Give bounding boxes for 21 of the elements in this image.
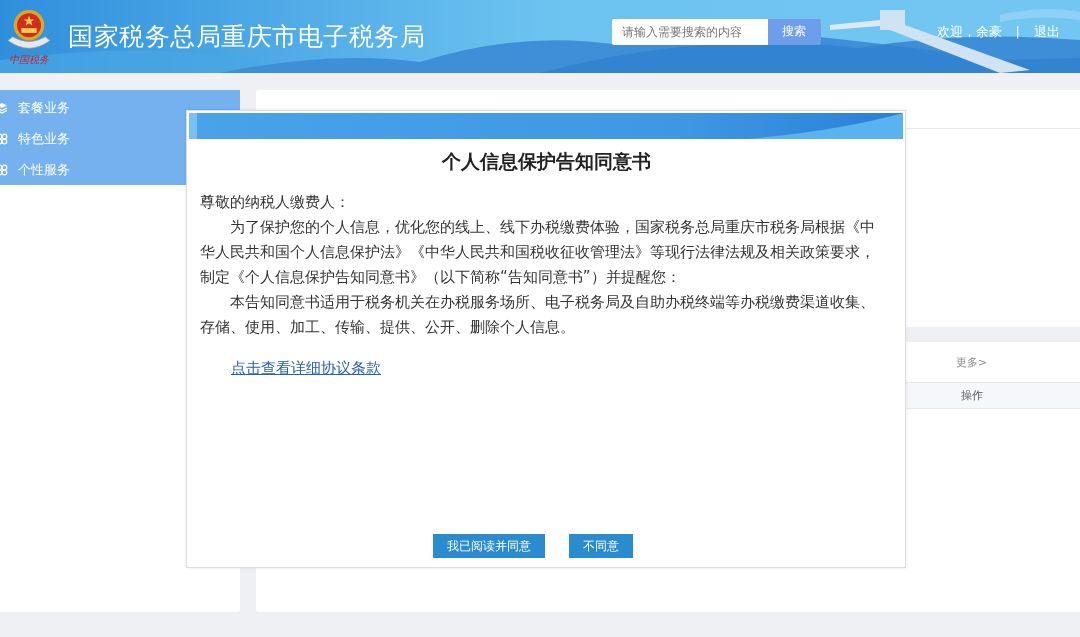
site-title: 国家税务总局重庆市电子税务局 — [68, 21, 425, 53]
four-circles-icon — [0, 163, 8, 176]
logout-link[interactable]: 退出 — [1034, 22, 1060, 41]
more-link[interactable]: 更多> — [956, 354, 988, 370]
column-header: 操作 — [961, 388, 983, 403]
logo-caption: 中国税务 — [9, 53, 49, 66]
greeting-text: 欢迎，余豪 — [936, 22, 1002, 41]
sidebar-item[interactable]: 特色业务 — [0, 123, 240, 154]
sidebar-item[interactable]: 个性服务 — [0, 154, 240, 185]
salutation-text: 尊敬的纳税人缴费人： — [200, 192, 351, 213]
dialog-title: 个人信息保护告知同意书 — [440, 149, 652, 173]
search-field[interactable]: 请输入需要搜索的内容 — [611, 18, 768, 45]
paragraph-text: 为了保护您的个人信息，优化您的线上、线下办税缴费体验，国家税务总局重庆市税务局根据《中华人民共和国个人信息保护法》《中华人民共和国税收征收管理法》等现行法律法规及相关政策要求，制定《个人信息保护告知同意书》（以下简称“告知同意书”）并提醒您： — [200, 217, 876, 288]
paragraph-text: 本告知同意书适用于税务机关在办税服务场所、电子税务局及自助办税终端等办税缴费渠道收集、存储、使用、加工、传输、提供、公开、删除个人信息。 — [200, 292, 876, 338]
separator: | — [1015, 24, 1020, 39]
four-circles-icon — [0, 132, 8, 145]
dialog-button[interactable]: 不同意 — [569, 534, 633, 558]
layers-icon — [0, 101, 8, 114]
terms-link[interactable]: 点击查看详细协议条款 — [231, 356, 381, 381]
dialog-button[interactable]: 我已阅读并同意 — [433, 534, 545, 558]
sidebar-item[interactable]: 套餐业务 — [0, 92, 240, 123]
